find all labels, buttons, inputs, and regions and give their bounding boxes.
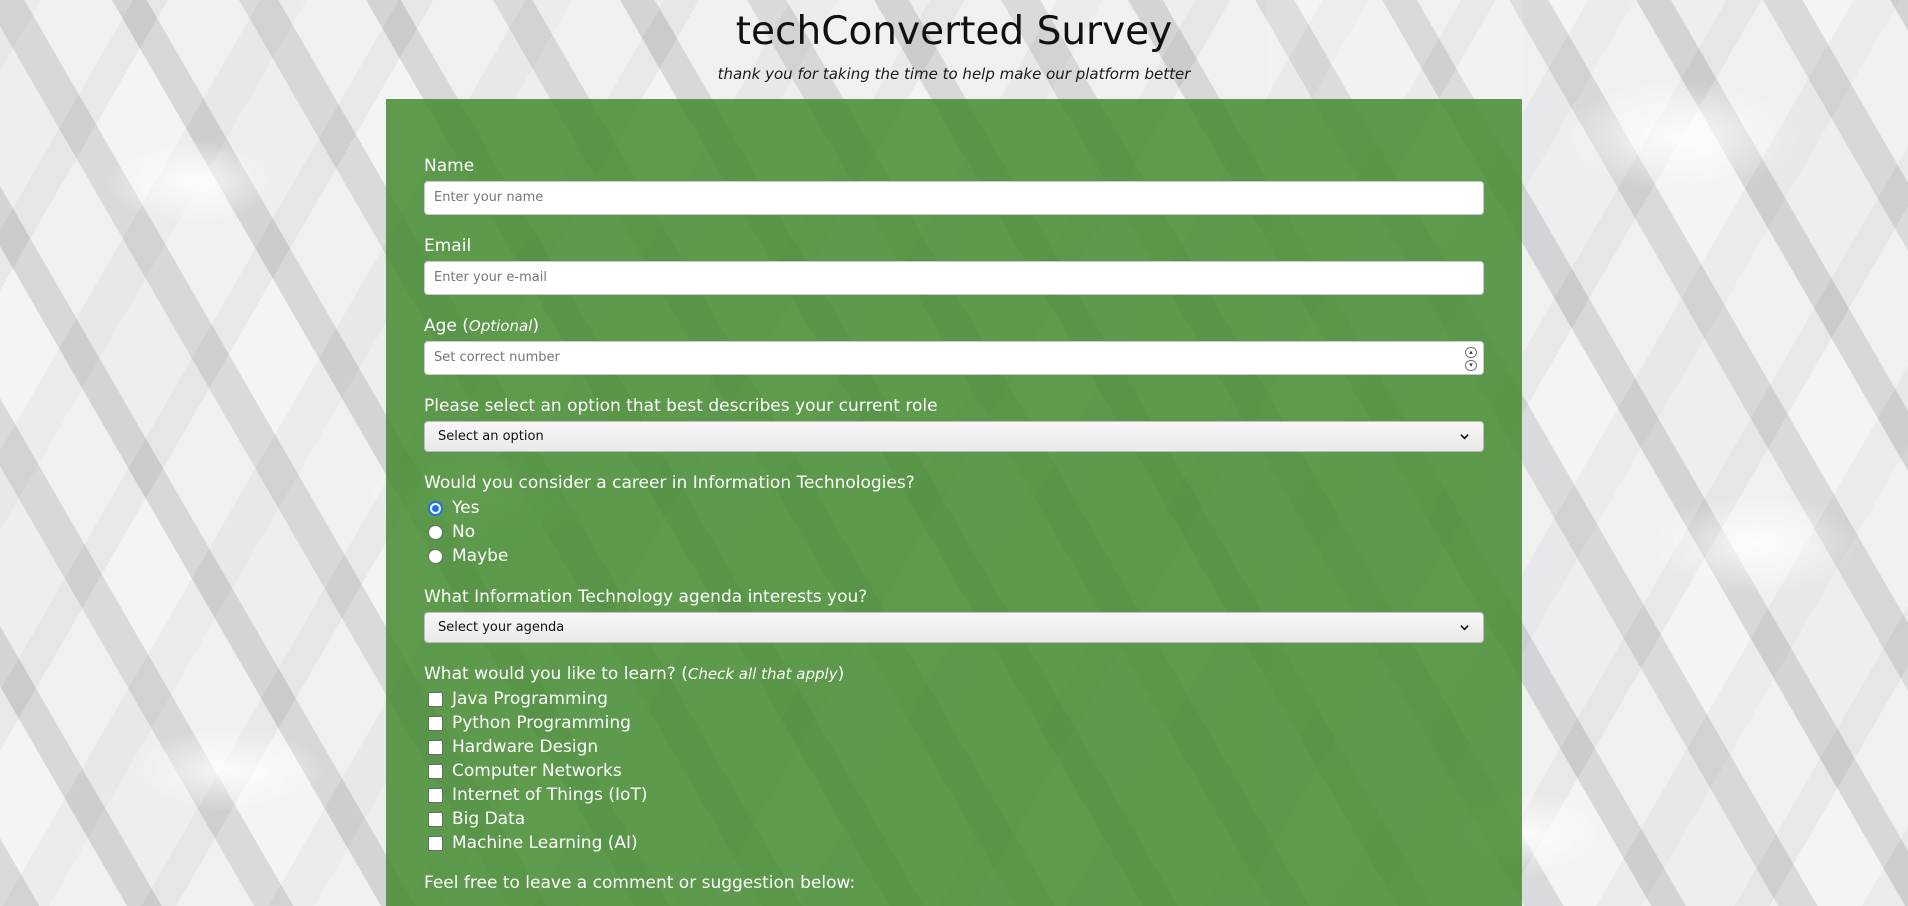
- comment-label: Feel free to leave a comment or suggesti…: [424, 873, 856, 893]
- learn-option[interactable]: Internet of Things (IoT): [424, 783, 1484, 807]
- role-field-group: Please select an option that best descri…: [424, 396, 1484, 452]
- name-placeholder: Enter your name: [434, 190, 544, 205]
- learn-label: What would you like to learn? (Check all…: [424, 664, 1484, 684]
- career-label: Would you consider a career in Informati…: [424, 473, 915, 493]
- role-select[interactable]: Select an option: [424, 421, 1484, 452]
- page-header: techConverted Survey thank you for takin…: [0, 0, 1908, 83]
- checkbox-label-ml: Machine Learning (AI): [452, 833, 638, 853]
- page-title: techConverted Survey: [735, 9, 1173, 54]
- checkbox-python[interactable]: [428, 715, 443, 731]
- checkbox-java[interactable]: [428, 691, 443, 707]
- checkbox-label-hardware: Hardware Design: [452, 737, 599, 757]
- learn-option[interactable]: Python Programming: [424, 711, 1484, 735]
- name-field-group: Name Enter your name: [424, 156, 1484, 215]
- agenda-label: What Information Technology agenda inter…: [424, 587, 868, 607]
- radio-label-yes: Yes: [452, 498, 480, 518]
- checkbox-iot[interactable]: [428, 787, 443, 803]
- role-select-value: Select an option: [438, 429, 544, 444]
- career-option-yes[interactable]: Yes: [424, 496, 1484, 520]
- checkbox-bigdata[interactable]: [428, 811, 443, 827]
- checkbox-label-python: Python Programming: [452, 713, 631, 733]
- chevron-down-icon: [1460, 434, 1469, 440]
- radio-maybe[interactable]: [428, 548, 443, 564]
- radio-yes[interactable]: [428, 500, 443, 516]
- age-input[interactable]: Set correct number ▴ ▾: [424, 341, 1484, 375]
- checkbox-networks[interactable]: [428, 763, 443, 779]
- agenda-select[interactable]: Select your agenda: [424, 612, 1484, 643]
- learn-option[interactable]: Big Data: [424, 807, 1484, 831]
- learn-field-group: What would you like to learn? (Check all…: [424, 664, 1484, 855]
- checkbox-ml[interactable]: [428, 835, 443, 851]
- checkbox-label-iot: Internet of Things (IoT): [452, 785, 648, 805]
- agenda-field-group: What Information Technology agenda inter…: [424, 587, 1484, 643]
- age-placeholder: Set correct number: [434, 350, 560, 365]
- page-subtitle: thank you for taking the time to help ma…: [717, 65, 1191, 83]
- learn-option[interactable]: Computer Networks: [424, 759, 1484, 783]
- career-option-maybe[interactable]: Maybe: [424, 544, 1484, 568]
- email-input[interactable]: Enter your e-mail: [424, 261, 1484, 295]
- email-placeholder: Enter your e-mail: [434, 270, 547, 285]
- radio-label-no: No: [452, 522, 476, 542]
- age-optional-hint: Optional: [468, 317, 533, 335]
- radio-no[interactable]: [428, 524, 443, 540]
- learn-label-hint: Check all that apply: [687, 665, 838, 683]
- career-field-group: Would you consider a career in Informati…: [424, 473, 1484, 568]
- email-field-group: Email Enter your e-mail: [424, 236, 1484, 295]
- age-label: Age (Optional): [424, 316, 1484, 336]
- career-option-no[interactable]: No: [424, 520, 1484, 544]
- spinner-down-icon[interactable]: ▾: [1465, 360, 1477, 371]
- number-spinner: ▴ ▾: [1465, 347, 1477, 371]
- spinner-up-icon[interactable]: ▴: [1465, 347, 1477, 358]
- checkbox-label-java: Java Programming: [452, 689, 608, 709]
- learn-label-text: What would you like to learn? (: [424, 664, 688, 684]
- chevron-down-icon: [1460, 625, 1469, 631]
- checkbox-label-networks: Computer Networks: [452, 761, 622, 781]
- checkbox-hardware[interactable]: [428, 739, 443, 755]
- learn-option[interactable]: Machine Learning (AI): [424, 831, 1484, 855]
- radio-label-maybe: Maybe: [452, 546, 509, 566]
- email-label: Email: [424, 236, 472, 256]
- survey-form: Name Enter your name Email Enter your e-…: [386, 99, 1522, 906]
- role-label: Please select an option that best descri…: [424, 396, 938, 416]
- learn-option[interactable]: Hardware Design: [424, 735, 1484, 759]
- comment-field-group: Feel free to leave a comment or suggesti…: [424, 873, 1484, 893]
- name-input[interactable]: Enter your name: [424, 181, 1484, 215]
- learn-option[interactable]: Java Programming: [424, 687, 1484, 711]
- learn-label-close: ): [837, 664, 845, 684]
- agenda-select-value: Select your agenda: [438, 620, 565, 635]
- age-label-close: ): [532, 316, 539, 336]
- age-label-text: Age (: [424, 316, 469, 336]
- age-field-group: Age (Optional) Set correct number ▴ ▾: [424, 316, 1484, 375]
- name-label: Name: [424, 156, 475, 176]
- checkbox-label-bigdata: Big Data: [452, 809, 526, 829]
